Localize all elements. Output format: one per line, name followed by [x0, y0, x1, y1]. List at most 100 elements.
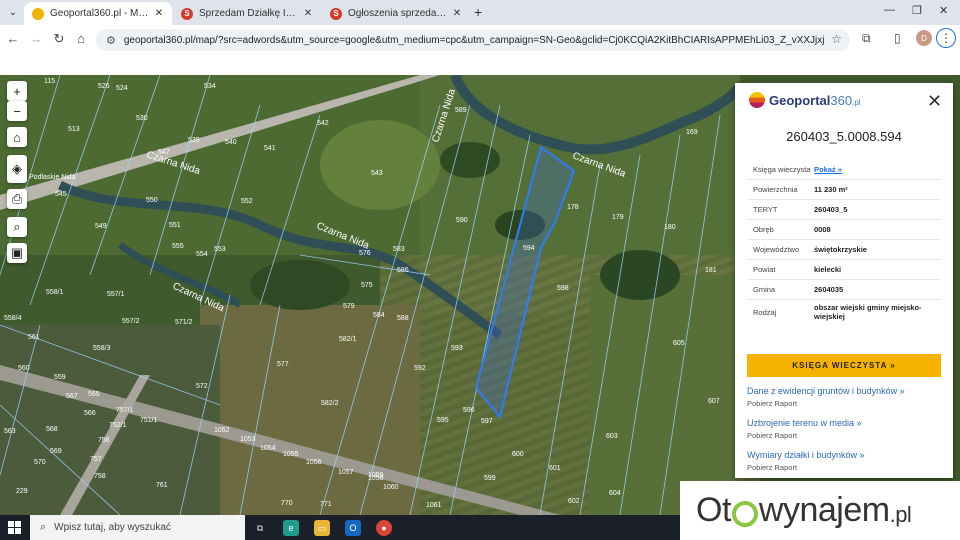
parcel-label[interactable]: 1053 [240, 436, 256, 443]
chrome-icon[interactable]: ● [376, 520, 392, 536]
parcel-label[interactable]: 553 [214, 246, 226, 253]
file-explorer-icon[interactable]: ▭ [314, 520, 330, 536]
profile-avatar[interactable]: D [916, 30, 932, 46]
extensions-icon[interactable]: ⧉ [862, 31, 871, 46]
parcel-label[interactable]: 558/4 [4, 315, 22, 322]
report-download[interactable]: Pobierz Raport [747, 463, 864, 472]
parcel-label[interactable]: 229 [16, 488, 28, 495]
minimize-icon[interactable]: — [884, 4, 895, 16]
parcel-label[interactable]: 530 [136, 115, 148, 122]
parcel-label[interactable]: 539 [188, 137, 200, 144]
parcel-label[interactable]: 756 [98, 437, 110, 444]
parcel-label[interactable]: 557/1 [107, 291, 125, 298]
parcel-label[interactable]: 598 [557, 285, 569, 292]
parcel-label[interactable]: 599 [484, 475, 496, 482]
parcel-label[interactable]: 542 [317, 120, 329, 127]
parcel-label[interactable]: 1057 [338, 469, 354, 476]
report-link[interactable]: Wymiary działki i budynków » [747, 450, 864, 460]
close-tab-icon[interactable]: ✕ [301, 8, 315, 19]
search-map-icon[interactable]: ⌕ [7, 217, 27, 237]
parcel-label[interactable]: 1052 [214, 427, 230, 434]
parcel-label[interactable]: 570 [34, 459, 46, 466]
parcel-label[interactable]: 563 [4, 428, 16, 435]
parcel-label[interactable]: 575 [361, 282, 373, 289]
parcel-label[interactable]: 181 [705, 267, 717, 274]
parcel-label[interactable]: 513 [68, 126, 80, 133]
parcel-label[interactable]: 560 [18, 365, 30, 372]
zoom-in-button[interactable]: + [7, 81, 27, 101]
parcel-label[interactable]: 589 [455, 107, 467, 114]
sidepanel-icon[interactable]: ▯ [894, 31, 901, 45]
parcel-label[interactable]: 607 [708, 398, 720, 405]
parcel-label[interactable]: 577 [277, 361, 289, 368]
parcel-label[interactable]: 541 [264, 145, 276, 152]
forward-icon[interactable]: → [27, 31, 45, 46]
parcel-label[interactable]: 524 [116, 85, 128, 92]
parcel-label[interactable]: 1060 [383, 484, 399, 491]
tab-geoportal[interactable]: Geoportal360.pl - Mapa Interaktywna ✕ [24, 2, 172, 25]
parcel-label[interactable]: 593 [451, 345, 463, 352]
parcel-label[interactable]: 584 [373, 312, 385, 319]
parcel-label[interactable]: 1054 [260, 445, 276, 452]
parcel-label[interactable]: 582/1 [339, 336, 357, 343]
parcel-label[interactable]: 572 [196, 383, 208, 390]
parcel-label[interactable]: 586 [397, 267, 409, 274]
parcel-label[interactable]: 565 [88, 391, 100, 398]
window-close-icon[interactable]: ✕ [939, 4, 948, 17]
parcel-label[interactable]: 600 [512, 451, 524, 458]
parcel-label[interactable]: 605 [673, 340, 685, 347]
print-icon[interactable]: ⎙ [7, 189, 27, 209]
outlook-icon[interactable]: O [345, 520, 361, 536]
parcel-label[interactable]: 557/2 [122, 318, 140, 325]
parcel-label[interactable]: 597 [481, 418, 493, 425]
parcel-label[interactable]: 770 [281, 500, 293, 507]
tab-sprzedam-dzialke[interactable]: S Sprzedam Działkę Inwestycyjną ✕ [173, 2, 321, 25]
maximize-icon[interactable]: ❐ [912, 4, 922, 17]
edge-icon[interactable]: e [283, 520, 299, 536]
parcel-label[interactable]: 588 [397, 315, 409, 322]
parcel-label[interactable]: 551 [169, 222, 181, 229]
task-view-icon[interactable]: ⧉ [252, 520, 268, 536]
parcel-label[interactable]: 602 [568, 498, 580, 505]
parcel-label[interactable]: 561 [28, 334, 40, 341]
address-bar[interactable]: ⚙ geoportal360.pl/map/?src=adwords&utm_s… [96, 29, 850, 51]
bookmark-star-icon[interactable]: ☆ [831, 32, 842, 46]
parcel-label[interactable]: 590 [456, 217, 468, 224]
parcel-label[interactable]: 545 [55, 191, 67, 198]
layers-icon[interactable]: ◈ [7, 155, 27, 183]
parcel-label[interactable]: 567 [66, 393, 78, 400]
close-tab-icon[interactable]: ✕ [450, 8, 464, 19]
url-text[interactable]: geoportal360.pl/map/?src=adwords&utm_sou… [124, 35, 824, 46]
parcel-label[interactable]: 579 [343, 303, 355, 310]
parcel-label[interactable]: 592 [414, 365, 426, 372]
parcel-label[interactable]: 558/1 [46, 289, 64, 296]
parcel-label[interactable]: 594 [523, 245, 535, 252]
report-download[interactable]: Pobierz Raport [747, 431, 862, 440]
parcel-label[interactable]: 526 [98, 83, 110, 90]
parcel-label[interactable]: 595 [437, 417, 449, 424]
parcel-label[interactable]: 758 [94, 473, 106, 480]
windows-start-icon[interactable] [8, 521, 21, 534]
parcel-label[interactable]: 757/1 [116, 407, 134, 414]
tab-search-icon[interactable]: ⌄ [4, 3, 22, 21]
parcel-label[interactable]: 751/1 [140, 417, 158, 424]
parcel-label[interactable]: 543 [371, 170, 383, 177]
reload-icon[interactable]: ↻ [50, 31, 68, 47]
site-info-icon[interactable]: ⚙ [106, 34, 116, 47]
tab-ogloszenia[interactable]: S Ogłoszenia sprzedam, kupię - Sprzedaje… [322, 2, 470, 25]
parcel-label[interactable]: 566 [84, 410, 96, 417]
ksiega-wieczysta-button[interactable]: KSIĘGA WIECZYSTA » [747, 354, 941, 377]
parcel-label[interactable]: 596 [463, 407, 475, 414]
parcel-label[interactable]: 540 [225, 139, 237, 146]
parcel-label[interactable]: 603 [606, 433, 618, 440]
parcel-label[interactable]: 604 [609, 490, 621, 497]
parcel-label[interactable]: 180 [664, 224, 676, 231]
close-tab-icon[interactable]: ✕ [152, 8, 166, 19]
fullscreen-icon[interactable]: ▣ [7, 243, 27, 263]
parcel-label[interactable]: 1056 [306, 459, 322, 466]
parcel-label[interactable]: 771 [320, 501, 332, 508]
parcel-label[interactable]: 568 [46, 426, 58, 433]
parcel-label[interactable]: 752/1 [109, 422, 127, 429]
parcel-label[interactable]: 554 [196, 251, 208, 258]
parcel-label[interactable]: 571/2 [175, 319, 193, 326]
